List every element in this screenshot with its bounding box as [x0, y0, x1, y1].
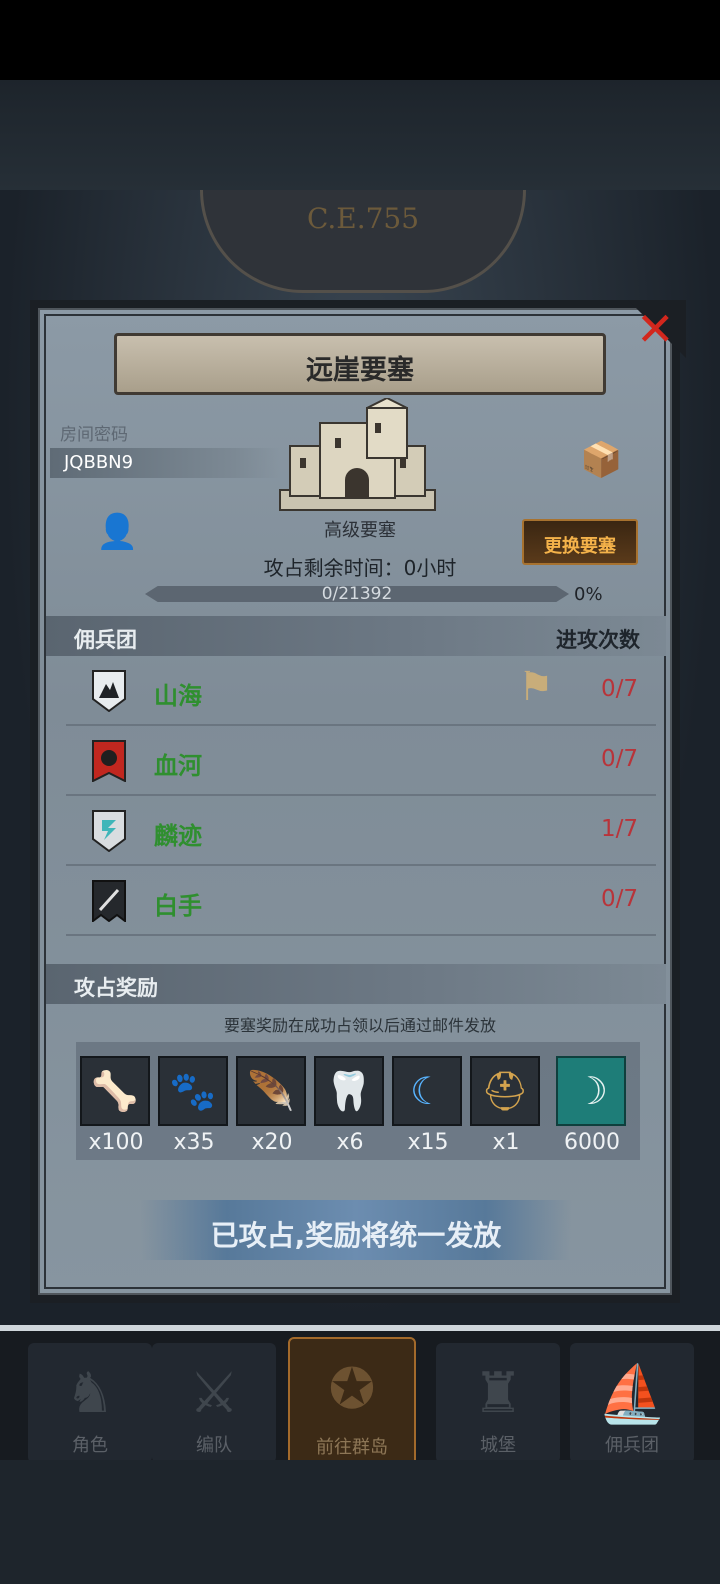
reward-qty: 6000 [564, 1130, 620, 1155]
mercenary-row[interactable]: 麟迹 1/7 [66, 796, 656, 866]
castle-icon: ♜ [472, 1361, 524, 1426]
banner-icon: ☽ [556, 1056, 626, 1126]
scale-trace-shield-icon [92, 810, 126, 852]
reward-qty: x100 [88, 1130, 144, 1155]
top-dark-band [0, 80, 720, 190]
knight-icon: ♞ [64, 1361, 116, 1426]
panel-title: 远崖要塞 [306, 355, 414, 386]
reward-item[interactable]: 🐾 x35 [158, 1056, 230, 1155]
mercenary-row[interactable]: 血河 0/7 [66, 726, 656, 796]
bottom-dark-band [0, 1460, 720, 1584]
mercenary-name: 山海 [154, 682, 202, 710]
era-text: C.E.755 [306, 202, 420, 235]
reward-item[interactable]: 🪶 x20 [236, 1056, 308, 1155]
mountain-shield-icon [92, 670, 126, 712]
title-plate: 远崖要塞 [114, 333, 606, 395]
mercenary-name: 白手 [154, 892, 202, 920]
claim-status-text: 已攻占,奖励将统一发放 [210, 1219, 502, 1252]
white-hand-banner-icon [92, 880, 126, 922]
nav-label: 城堡 [480, 1435, 516, 1456]
reward-item[interactable]: 🦴 x100 [80, 1056, 152, 1155]
reward-qty: x15 [407, 1130, 449, 1155]
reward-qty: x20 [251, 1130, 293, 1155]
reward-item[interactable]: ☾ x15 [392, 1056, 464, 1155]
reward-qty: x1 [492, 1130, 520, 1155]
close-icon[interactable]: ✕ [636, 304, 675, 354]
reward-strip: 🦴 x100 🐾 x35 🪶 x20 🦷 x6 ☾ x15 ⛑ x1 ☽ 600… [76, 1042, 640, 1160]
change-fortress-label: 更换要塞 [544, 536, 616, 557]
attack-count: 0/7 [600, 676, 638, 702]
nav-formation[interactable]: ⚔ 编队 [152, 1343, 276, 1463]
claim-status-bar: 已攻占,奖励将统一发放 [140, 1200, 572, 1260]
nav-label: 前往群岛 [316, 1437, 388, 1458]
mercenaries-title: 佣兵团 [74, 628, 137, 652]
mercenary-name: 血河 [154, 752, 202, 780]
mercenaries-header: 佣兵团 进攻次数 [46, 616, 666, 656]
nav-role[interactable]: ♞ 角色 [28, 1343, 152, 1463]
room-code-label: 房间密码 [60, 425, 128, 445]
blue-crescent-icon: ☾ [392, 1056, 462, 1126]
attack-count-title: 进攻次数 [556, 628, 640, 652]
mercenary-ship-icon: ⛵ [597, 1362, 667, 1427]
horn-icon: 🦷 [314, 1056, 384, 1126]
reward-item[interactable]: ⛑ x1 [470, 1056, 542, 1155]
rewards-title: 攻占奖励 [74, 976, 158, 1000]
scale-hide-icon: 🪶 [236, 1056, 306, 1126]
mercenary-row[interactable]: 山海 ⚑ 0/7 [66, 656, 656, 726]
nav-castle[interactable]: ♜ 城堡 [436, 1343, 560, 1463]
era-dial: C.E.755 [200, 190, 526, 293]
capture-progress-text: 0/21392 [321, 584, 393, 604]
reward-item[interactable]: 🦷 x6 [314, 1056, 386, 1155]
fortress-icon [279, 398, 436, 511]
helmet-medal-icon: ⛑ [470, 1056, 540, 1126]
change-fortress-button[interactable]: 更换要塞 [522, 519, 638, 565]
nav-label: 编队 [196, 1435, 232, 1456]
nav-islands[interactable]: ✪ 前往群岛 [288, 1337, 416, 1467]
capture-progress-percent: 0% [574, 584, 603, 605]
claw-icon: 🐾 [158, 1056, 228, 1126]
nav-label: 角色 [72, 1435, 108, 1456]
reward-qty: x6 [336, 1130, 364, 1155]
fur-pelt-icon: 🦴 [80, 1056, 150, 1126]
compass-icon: ✪ [328, 1357, 376, 1422]
nav-label: 佣兵团 [605, 1435, 659, 1456]
rewards-header: 攻占奖励 [46, 964, 666, 1004]
attack-count: 1/7 [600, 816, 638, 842]
room-code-bar[interactable]: JQBBN9 [50, 448, 280, 478]
bottom-nav: ♞ 角色 ⚔ 编队 ✪ 前往群岛 ♜ 城堡 ⛵ 佣兵团 [0, 1325, 720, 1467]
attack-count: 0/7 [600, 746, 638, 772]
no-members-icon[interactable]: 👤 [96, 512, 138, 552]
blood-river-banner-icon [92, 740, 126, 782]
attack-count: 0/7 [600, 886, 638, 912]
reward-note: 要塞奖励在成功占领以后通过邮件发放 [223, 1016, 496, 1035]
formation-icon: ⚔ [188, 1361, 240, 1426]
supply-crate-icon[interactable]: 📦 [580, 440, 622, 480]
nav-mercenaries[interactable]: ⛵ 佣兵团 [570, 1343, 694, 1463]
flag-icon: ⚑ [518, 664, 554, 710]
room-code: JQBBN9 [64, 452, 134, 473]
reward-qty: x35 [173, 1130, 215, 1155]
mercenary-name: 麟迹 [154, 822, 202, 850]
mercenary-row[interactable]: 白手 0/7 [66, 866, 656, 936]
reward-item[interactable]: ☽ 6000 [556, 1056, 628, 1155]
